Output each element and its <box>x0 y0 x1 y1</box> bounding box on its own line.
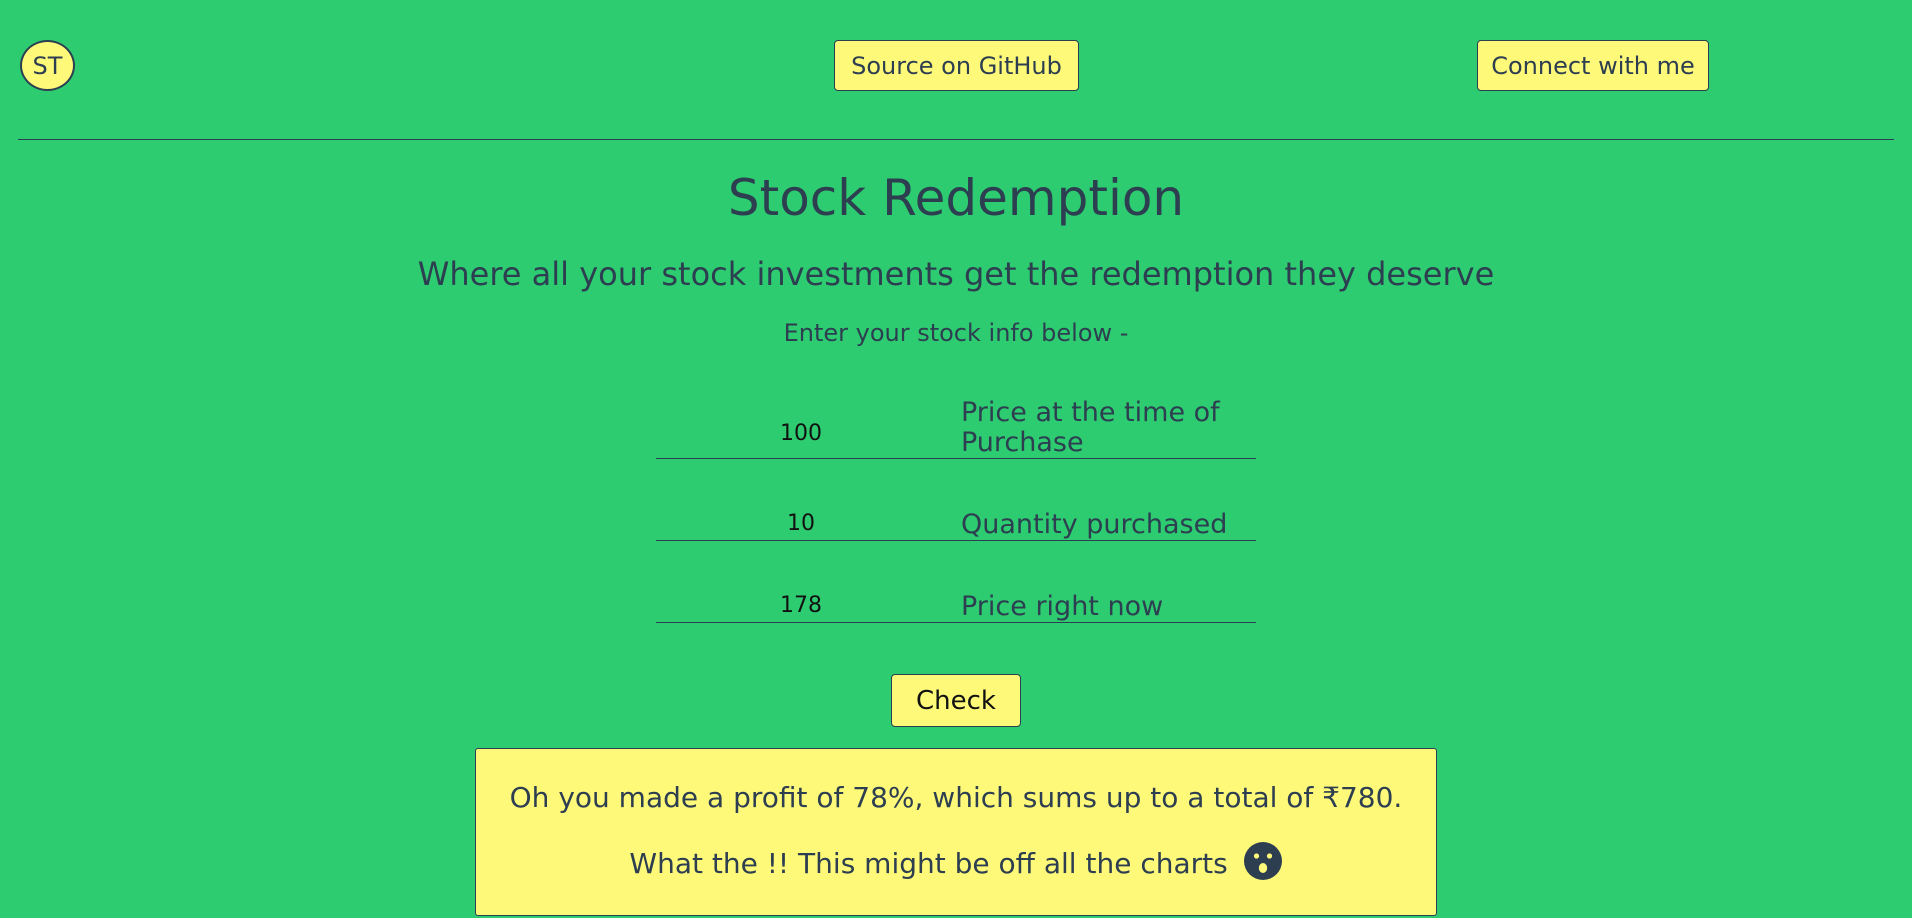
check-button[interactable]: Check <box>891 674 1021 727</box>
page-title: Stock Redemption <box>727 169 1185 227</box>
astonished-face-icon <box>1243 841 1283 881</box>
result-remark-line: What the !! This might be off all the ch… <box>476 841 1436 885</box>
output-box: Oh you made a profit of 78%, which sums … <box>475 748 1437 916</box>
header-divider <box>18 139 1894 140</box>
quantity-input[interactable] <box>656 506 946 540</box>
page: ST Source on GitHub Connect with me Stoc… <box>0 0 1912 918</box>
github-button-label: Source on GitHub <box>851 51 1062 80</box>
top-nav: ST Source on GitHub Connect with me <box>0 0 1912 141</box>
current-price-row: Price right now <box>656 587 1256 623</box>
quantity-label: Quantity purchased <box>961 509 1228 540</box>
purchase-price-label: Price at the time of Purchase <box>961 397 1220 458</box>
current-price-label: Price right now <box>961 591 1164 622</box>
avatar-initials: ST <box>32 51 63 80</box>
purchase-price-row: Price at the time of Purchase <box>656 394 1256 459</box>
purchase-price-input[interactable] <box>656 416 946 450</box>
result-remark: What the !! This might be off all the ch… <box>629 847 1228 880</box>
result-message: Oh you made a profit of 78%, which sums … <box>509 781 1403 814</box>
current-price-input[interactable] <box>656 588 946 622</box>
connect-with-me-button[interactable]: Connect with me <box>1477 40 1709 91</box>
form-prompt: Enter your stock info below - <box>783 319 1129 347</box>
quantity-row: Quantity purchased <box>656 505 1256 541</box>
avatar[interactable]: ST <box>20 40 75 91</box>
page-subtitle: Where all your stock investments get the… <box>417 255 1495 293</box>
connect-button-label: Connect with me <box>1491 51 1695 80</box>
source-on-github-button[interactable]: Source on GitHub <box>834 40 1079 91</box>
